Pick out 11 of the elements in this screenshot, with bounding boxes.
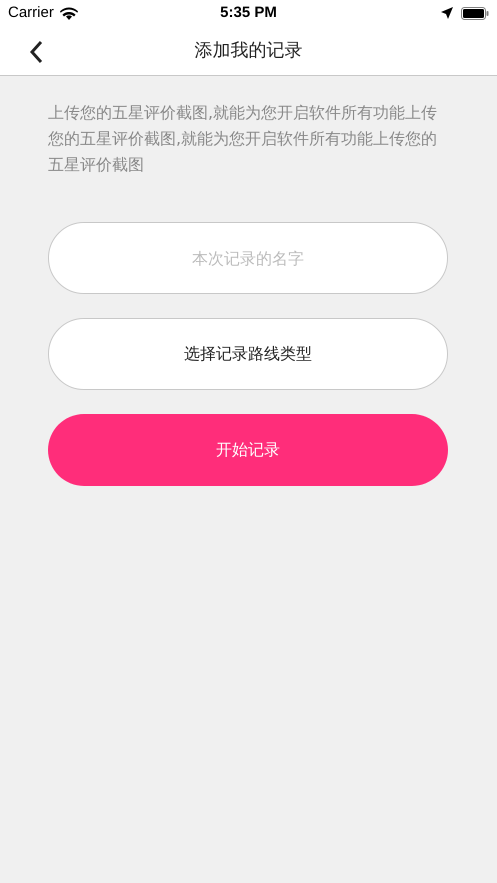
carrier-label: Carrier	[8, 2, 54, 23]
battery-icon	[461, 6, 489, 20]
clock: 5:35 PM	[220, 2, 277, 23]
intro-text: 上传您的五星评价截图,就能为您开启软件所有功能上传您的五星评价截图,就能为您开启软件所有功能上传您的五星评价截图	[48, 102, 438, 176]
page-title: 添加我的记录	[194, 39, 302, 63]
start-record-button[interactable]: 开始记录	[48, 414, 448, 486]
location-arrow-icon	[441, 7, 453, 19]
route-type-button[interactable]: 选择记录路线类型	[48, 318, 448, 390]
wifi-icon	[60, 6, 78, 20]
name-input-field[interactable]: 本次记录的名字	[48, 222, 448, 294]
chevron-left-icon	[29, 40, 43, 64]
